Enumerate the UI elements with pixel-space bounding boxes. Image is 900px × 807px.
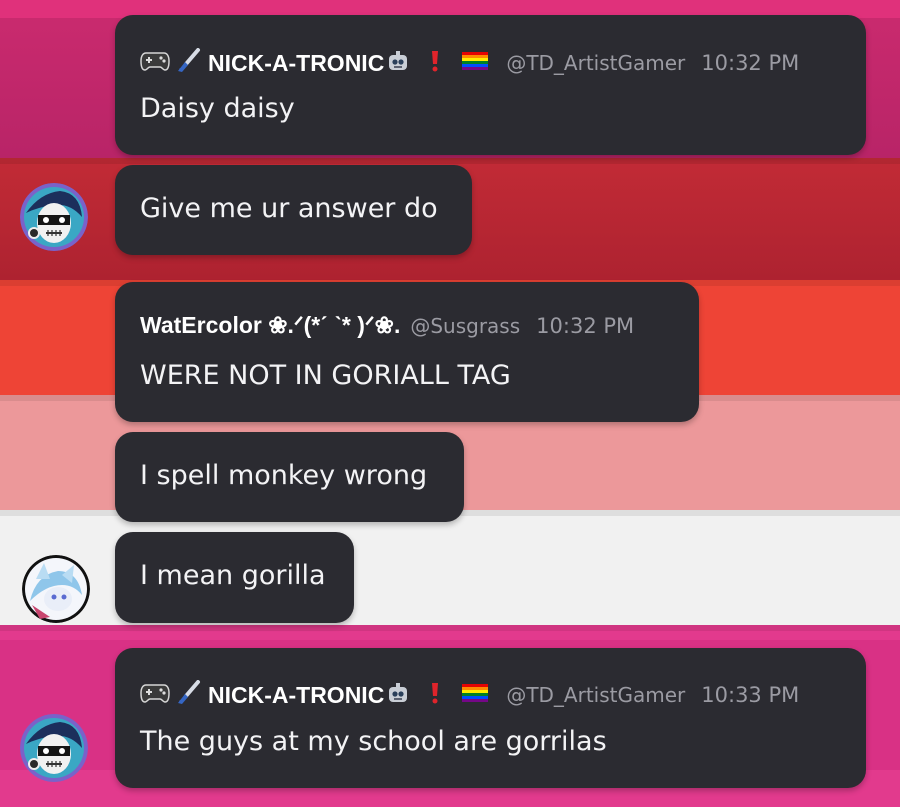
username[interactable]: NICK-A-TRONIC <box>208 50 384 77</box>
paintbrush-icon <box>176 48 202 78</box>
user-handle[interactable]: @Susgrass <box>410 314 520 338</box>
message-bubble[interactable]: WatErcolor ❀.ᐟ(*ˊ ˋ* )ᐟ❀. @Susgrass 10:3… <box>115 282 699 422</box>
controller-icon <box>140 682 170 708</box>
avatar[interactable] <box>20 183 88 251</box>
paintbrush-icon <box>176 680 202 710</box>
exclamation-icon <box>430 682 440 708</box>
message-header: NICK-A-TRONIC @TD_ArtistGamer 10:33 PM <box>140 680 799 710</box>
timestamp: 10:33 PM <box>701 683 800 707</box>
username[interactable]: NICK-A-TRONIC <box>208 682 384 709</box>
message-bubble[interactable]: I mean gorilla <box>115 532 354 623</box>
message-text: The guys at my school are gorrilas <box>140 726 607 757</box>
controller-icon <box>140 50 170 76</box>
rainbow-flag-icon <box>462 684 489 706</box>
avatar[interactable] <box>20 714 88 782</box>
user-handle[interactable]: @TD_ArtistGamer <box>506 51 685 75</box>
message-text: I mean gorilla <box>140 560 326 591</box>
robot-icon <box>386 681 410 709</box>
message-bubble[interactable]: Give me ur answer do <box>115 165 472 255</box>
message-header: WatErcolor ❀.ᐟ(*ˊ ˋ* )ᐟ❀. @Susgrass 10:3… <box>140 312 634 339</box>
message-text: Daisy daisy <box>140 93 295 124</box>
message-text: Give me ur answer do <box>140 193 438 224</box>
avatar[interactable] <box>22 555 90 623</box>
exclamation-icon <box>430 50 440 76</box>
username[interactable]: WatErcolor ❀.ᐟ(*ˊ ˋ* )ᐟ❀. <box>140 312 400 339</box>
user-handle[interactable]: @TD_ArtistGamer <box>506 683 685 707</box>
message-text: I spell monkey wrong <box>140 460 428 491</box>
stripe-edge <box>0 158 900 164</box>
message-text: WERE NOT IN GORIALL TAG <box>140 360 511 391</box>
robot-icon <box>386 49 410 77</box>
message-bubble[interactable]: NICK-A-TRONIC @TD_ArtistGamer 10:33 PM T… <box>115 648 866 788</box>
stripe-edge <box>0 625 900 631</box>
timestamp: 10:32 PM <box>536 313 635 338</box>
message-header: NICK-A-TRONIC @TD_ArtistGamer 10:32 PM <box>140 48 799 78</box>
message-bubble[interactable]: NICK-A-TRONIC @TD_ArtistGamer 10:32 PM D… <box>115 15 866 155</box>
timestamp: 10:32 PM <box>701 51 800 75</box>
rainbow-flag-icon <box>462 52 489 74</box>
message-bubble[interactable]: I spell monkey wrong <box>115 432 464 522</box>
